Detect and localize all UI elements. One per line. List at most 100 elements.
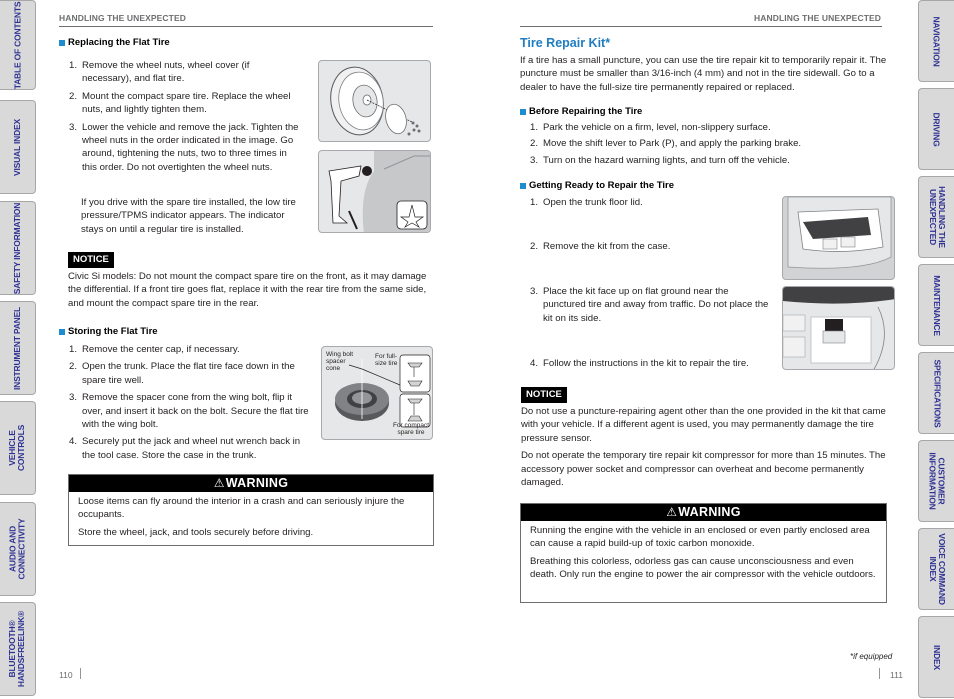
tab-safety-information[interactable]: SAFETY INFORMATION: [0, 201, 36, 295]
step-text: Park the vehicle on a firm, level, non-s…: [543, 122, 771, 133]
list-item: 4. Follow the instructions in the kit to …: [530, 357, 790, 370]
spare-tire-storage-illustration: Wing bolt spacer cone For full-size tire…: [321, 346, 433, 440]
warning-box: ⚠WARNING Running the engine with the veh…: [520, 503, 887, 603]
notice-label: NOTICE: [68, 252, 114, 268]
list-item: 1. Park the vehicle on a firm, level, non…: [530, 121, 880, 134]
tab-label: CUSTOMER INFORMATION: [927, 452, 947, 510]
intro-text: If a tire has a small puncture, you can …: [520, 55, 887, 93]
warning-paragraph: Loose items can fly around the interior …: [78, 496, 405, 521]
tab-driving[interactable]: DRIVING: [918, 88, 954, 170]
step-text: Remove the wheel nuts, wheel cover (if n…: [82, 60, 250, 85]
page-number: 111: [890, 670, 903, 680]
step-number: 4.: [69, 436, 78, 448]
warning-header: ⚠WARNING: [69, 475, 433, 492]
tab-instrument-panel[interactable]: INSTRUMENT PANEL: [0, 301, 36, 395]
running-head: HANDLING THE UNEXPECTED: [754, 13, 881, 23]
step-number: 4.: [530, 358, 539, 369]
tab-voice-command-index[interactable]: VOICE COMMAND INDEX: [918, 528, 954, 610]
list-item: 2. Mount the compact spare tire. Replace …: [69, 90, 299, 117]
step-number: 3.: [530, 154, 539, 166]
tab-audio-connectivity[interactable]: AUDIO AND CONNECTIVITY: [0, 502, 36, 596]
warning-triangle-icon: ⚠: [213, 476, 225, 490]
warning-triangle-icon: ⚠: [666, 505, 678, 519]
tab-table-of-contents[interactable]: TABLE OF CONTENTS: [0, 0, 36, 90]
tab-label: TABLE OF CONTENTS: [12, 1, 23, 89]
step-text: Remove the center cap, if necessary.: [82, 344, 240, 355]
list-item: 2. Move the shift lever to Park (P), and …: [530, 137, 880, 150]
step-text: Mount the compact spare tire. Replace th…: [82, 90, 291, 116]
list-item: 1. Open the trunk floor lid.: [530, 196, 770, 209]
header-rule: [59, 26, 433, 27]
page-number: 110: [59, 670, 73, 680]
replacing-steps: 1. Remove the wheel nuts, wheel cover (if…: [69, 59, 299, 178]
step-number: 1.: [530, 122, 539, 133]
step-number: 2.: [530, 241, 539, 252]
compact-label: For compact spare tire: [392, 422, 430, 436]
step-text: Securely put the jack and wheel nut wren…: [82, 436, 301, 461]
list-item: 3. Place the kit face up on flat ground n…: [530, 285, 770, 325]
step-number: 2.: [530, 138, 539, 150]
notice-text: Civic Si models: Do not mount the compac…: [68, 271, 427, 309]
page-number-divider: [80, 668, 81, 679]
step-text: Turn on the hazard warning lights, and t…: [543, 154, 790, 166]
notice-label: NOTICE: [521, 387, 567, 403]
step-number: 1.: [530, 197, 539, 208]
warning-paragraph: Store the wheel, jack, and tools securel…: [78, 526, 314, 538]
step-text: Remove the spacer cone from the wing bol…: [82, 392, 309, 431]
notice-text: Do not use a puncture-repairing agent ot…: [521, 405, 891, 489]
step-text: Follow the instructions in the kit to re…: [543, 358, 749, 369]
list-item: 3. Remove the spacer cone from the wing b…: [69, 391, 314, 431]
page-number-divider: [879, 668, 880, 679]
page-title: Tire Repair Kit*: [520, 36, 611, 50]
section-heading-before: Before Repairing the Tire: [520, 106, 642, 117]
step-text: Lower the vehicle and remove the jack. T…: [82, 121, 299, 173]
tab-label: VEHICLE CONTROLS: [7, 424, 27, 472]
tightening-nuts-illustration: [318, 150, 431, 233]
step-text: Place the kit face up on flat ground nea…: [543, 286, 769, 324]
tab-index[interactable]: INDEX: [918, 616, 954, 698]
tab-vehicle-controls[interactable]: VEHICLE CONTROLS: [0, 401, 36, 495]
trunk-open-illustration: [782, 196, 895, 280]
running-head: HANDLING THE UNEXPECTED: [59, 13, 186, 23]
list-item: 2. Open the trunk. Place the flat tire fa…: [69, 360, 314, 387]
warning-header: ⚠WARNING: [521, 504, 886, 521]
tab-label: AUDIO AND CONNECTIVITY: [7, 518, 27, 580]
notice-paragraph: Do not use a puncture-repairing agent ot…: [521, 406, 886, 444]
header-rule: [520, 26, 882, 27]
section-heading-text: Before Repairing the Tire: [529, 106, 643, 117]
section-bullet-icon: [520, 182, 526, 189]
tab-handling-the-unexpected[interactable]: HANDLING THE UNEXPECTED: [918, 176, 954, 258]
left-page: TABLE OF CONTENTS VISUAL INDEX SAFETY IN…: [0, 0, 477, 699]
section-bullet-icon: [59, 328, 65, 335]
step-text: Move the shift lever to Park (P), and ap…: [543, 138, 802, 150]
tab-customer-information[interactable]: CUSTOMER INFORMATION: [918, 440, 954, 522]
tab-navigation[interactable]: NAVIGATION: [918, 0, 954, 82]
list-item: 4. Securely put the jack and wheel nut wr…: [69, 435, 314, 462]
tab-specifications[interactable]: SPECIFICATIONS: [918, 352, 954, 434]
list-item: 3. Lower the vehicle and remove the jack.…: [69, 121, 299, 175]
list-item: 1. Remove the wheel nuts, wheel cover (if…: [69, 59, 299, 86]
step-text: Open the trunk floor lid.: [543, 197, 643, 208]
tab-maintenance[interactable]: MAINTENANCE: [918, 264, 954, 346]
tab-label: NAVIGATION: [932, 15, 943, 67]
step-number: 2.: [69, 361, 78, 373]
section-heading-getting-ready: Getting Ready to Repair the Tire: [520, 180, 674, 191]
tab-visual-index[interactable]: VISUAL INDEX: [0, 100, 36, 194]
warning-box: ⚠WARNING Loose items can fly around the …: [68, 474, 434, 546]
tab-label: VISUAL INDEX: [12, 118, 22, 176]
tab-label: INDEX: [931, 644, 942, 670]
full-size-label: For full-size tire: [375, 353, 398, 367]
tab-label: SPECIFICATIONS: [932, 359, 943, 427]
repair-kit-illustration: [782, 286, 895, 370]
tab-label: SAFETY INFORMATION: [12, 202, 23, 294]
step-number: 1.: [69, 60, 78, 71]
tab-bluetooth-handsfreelink[interactable]: BLUETOOTH® HANDSFREELINK®: [0, 602, 36, 696]
tab-label: DRIVING: [932, 111, 942, 147]
tab-label: INSTRUMENT PANEL: [12, 306, 22, 390]
section-heading-text: Replacing the Flat Tire: [68, 37, 170, 48]
wheel-removal-illustration: [318, 60, 431, 142]
step-number: 3.: [530, 286, 539, 297]
step-number: 3.: [69, 392, 78, 404]
tab-label: MAINTENANCE: [932, 274, 943, 336]
tab-label: HANDLING THE UNEXPECTED: [927, 186, 947, 248]
